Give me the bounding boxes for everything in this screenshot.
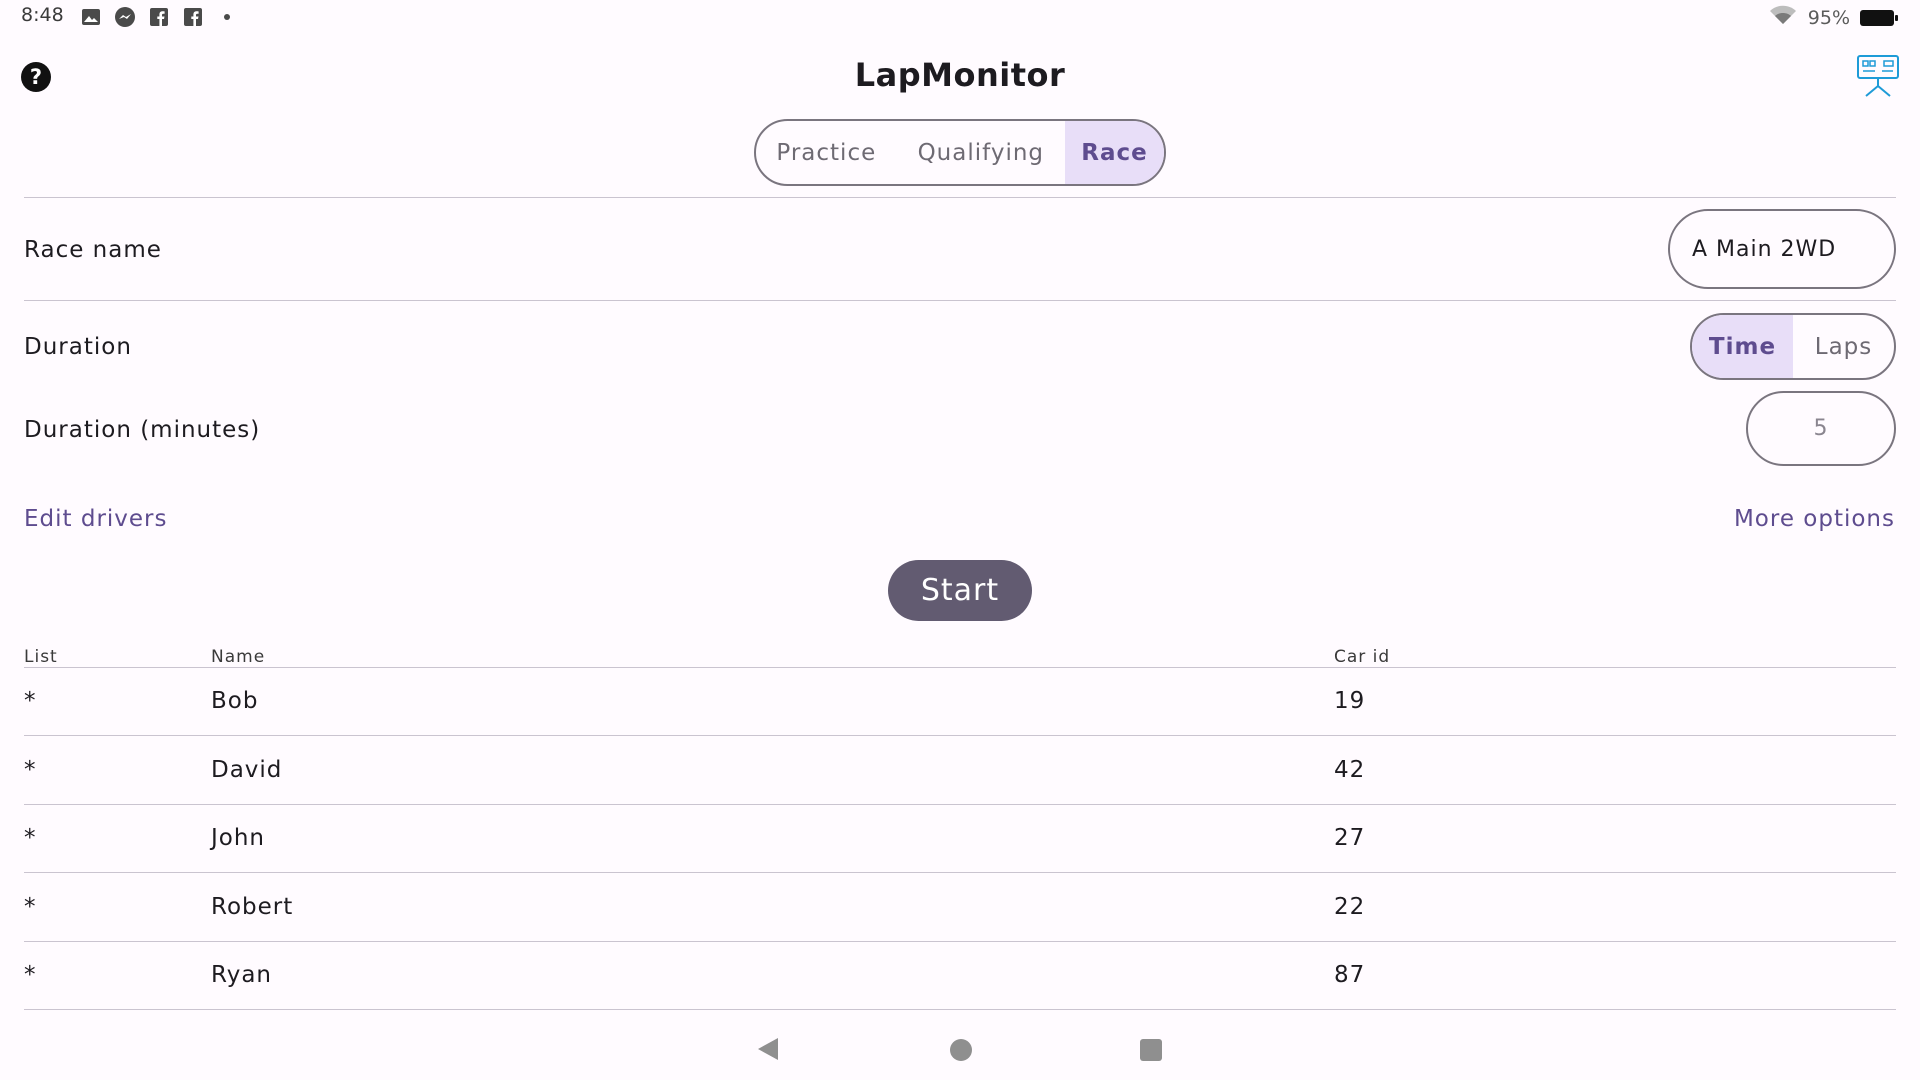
divider [24,300,1896,301]
duration-option-laps[interactable]: Laps [1793,315,1894,378]
notification-icons [80,6,238,28]
table-row[interactable]: * Bob 19 [24,668,1896,736]
row-car-id: 27 [1334,825,1366,851]
facebook-icon [182,6,204,28]
table-row[interactable]: * Robert 22 [24,874,1896,942]
tab-race[interactable]: Race [1064,121,1164,184]
row-driver-name: Robert [211,894,294,920]
start-button[interactable]: Start [888,560,1032,621]
messenger-icon [114,6,136,28]
home-icon[interactable] [950,1039,972,1061]
row-driver-name: David [211,757,283,783]
table-row[interactable]: * John 27 [24,805,1896,873]
column-header-name: Name [211,647,266,667]
battery-level: 95% [1807,6,1850,29]
facebook-icon [148,6,170,28]
tab-qualifying[interactable]: Qualifying [897,121,1065,184]
duration-label: Duration [24,334,132,360]
row-list-marker: * [24,962,37,988]
row-list-marker: * [24,825,37,851]
row-driver-name: Bob [211,688,259,714]
race-name-field[interactable]: A Main 2WD [1668,209,1896,289]
battery-icon [1860,9,1898,26]
presenter-icon[interactable] [1856,54,1900,98]
row-driver-name: Ryan [211,962,273,988]
status-time: 8:48 [21,4,64,26]
divider [24,197,1896,198]
recent-apps-icon[interactable] [1140,1039,1162,1061]
dot-icon [216,6,238,28]
row-driver-name: John [211,825,266,851]
edit-drivers-link[interactable]: Edit drivers [24,506,168,532]
tab-practice[interactable]: Practice [756,121,897,184]
app-title: LapMonitor [854,56,1066,94]
row-car-id: 87 [1334,962,1366,988]
more-options-link[interactable]: More options [1734,506,1895,532]
wifi-icon [1768,4,1798,31]
gallery-icon [80,6,102,28]
duration-type-selector: Time Laps [1690,313,1896,380]
duration-minutes-label: Duration (minutes) [24,417,261,443]
row-car-id: 19 [1334,688,1366,714]
row-car-id: 22 [1334,894,1366,920]
back-icon[interactable] [756,1036,780,1066]
duration-minutes-field[interactable]: 5 [1746,391,1896,466]
row-car-id: 42 [1334,757,1366,783]
row-list-marker: * [24,757,37,783]
race-name-label: Race name [24,237,162,263]
session-mode-selector: Practice Qualifying Race [754,119,1166,186]
column-header-list: List [24,647,58,667]
row-list-marker: * [24,688,37,714]
navigation-bar [0,1025,1920,1070]
table-row[interactable]: * David 42 [24,737,1896,805]
status-bar: 8:48 95% [0,0,1920,34]
status-right: 95% [1768,4,1898,31]
column-header-car-id: Car id [1334,647,1391,667]
row-list-marker: * [24,894,37,920]
table-row[interactable]: * Ryan 87 [24,942,1896,1010]
duration-option-time[interactable]: Time [1692,315,1793,378]
